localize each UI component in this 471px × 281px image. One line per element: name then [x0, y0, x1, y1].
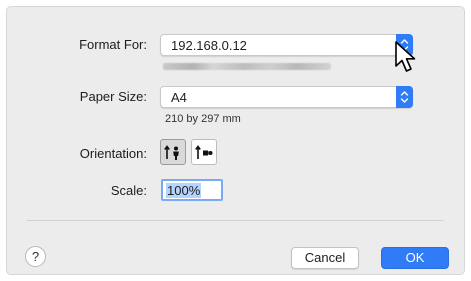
format-for-label: Format For: — [79, 37, 147, 52]
paper-size-value: A4 — [171, 90, 187, 105]
printer-description-redacted — [163, 63, 331, 70]
portrait-orientation-icon — [164, 145, 179, 160]
help-button[interactable]: ? — [25, 246, 46, 267]
ok-button[interactable]: OK — [381, 247, 449, 269]
paper-size-label: Paper Size: — [79, 89, 147, 104]
mouse-pointer-icon — [395, 41, 416, 72]
landscape-orientation-icon — [195, 145, 213, 159]
scale-value: 100% — [166, 183, 202, 198]
landscape-orientation-button[interactable] — [191, 139, 217, 165]
cancel-button[interactable]: Cancel — [291, 247, 359, 269]
paper-dimensions: 210 by 297 mm — [165, 113, 241, 125]
paper-size-popup[interactable]: A4 — [160, 86, 413, 108]
chevron-updown-icon — [396, 86, 413, 108]
format-for-value: 192.168.0.12 — [171, 38, 247, 53]
scale-label: Scale: — [110, 183, 147, 198]
separator — [27, 220, 444, 221]
orientation-label: Orientation: — [79, 146, 147, 161]
scale-input[interactable]: 100% — [161, 179, 223, 201]
portrait-orientation-button[interactable] — [160, 139, 186, 165]
format-for-popup[interactable]: 192.168.0.12 — [160, 34, 413, 56]
